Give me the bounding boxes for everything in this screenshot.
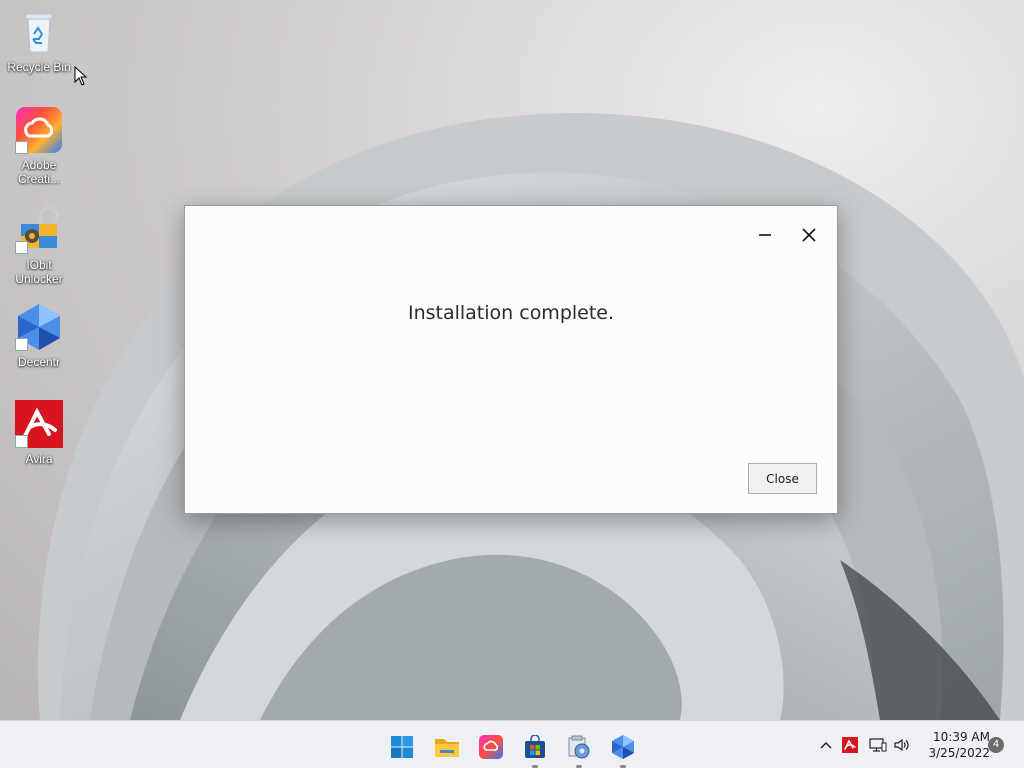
shortcut-arrow-icon bbox=[15, 435, 28, 448]
recycle-bin-icon bbox=[15, 8, 63, 56]
desktop-icon-label: IObit Unlocker bbox=[15, 258, 63, 286]
clock-date: 3/25/2022 bbox=[928, 746, 990, 760]
decentr-icon bbox=[612, 735, 634, 759]
tray-volume[interactable] bbox=[892, 733, 912, 757]
tray-network[interactable] bbox=[868, 733, 888, 757]
taskbar-file-explorer[interactable] bbox=[429, 729, 465, 765]
tray-avira[interactable] bbox=[840, 733, 860, 757]
taskbar: 10:39 AM 3/25/2022 4 bbox=[0, 720, 1024, 768]
folder-icon bbox=[435, 739, 459, 757]
avira-icon bbox=[15, 400, 63, 448]
installer-icon bbox=[568, 735, 590, 759]
installer-dialog: Installation complete. Close bbox=[184, 205, 838, 514]
desktop: Recycle Bin Adobe Creati... IObit Unlock… bbox=[0, 0, 1024, 720]
close-button[interactable]: Close bbox=[748, 463, 817, 494]
clock-time: 10:39 AM bbox=[933, 730, 990, 744]
desktop-icon-label: Avira bbox=[25, 452, 53, 466]
desktop-icon-label: Decentr bbox=[17, 355, 61, 369]
desktop-icon-label: Adobe Creati... bbox=[17, 158, 60, 186]
dialog-message: Installation complete. bbox=[407, 302, 615, 324]
adobe-creative-cloud-icon bbox=[479, 735, 503, 759]
volume-icon bbox=[894, 738, 909, 752]
start-button[interactable] bbox=[384, 729, 420, 765]
desktop-icon-recycle-bin[interactable]: Recycle Bin bbox=[3, 8, 75, 74]
taskbar-adobe-creative-cloud[interactable] bbox=[473, 729, 509, 765]
tray-overflow-button[interactable] bbox=[816, 733, 836, 757]
shortcut-arrow-icon bbox=[15, 141, 28, 154]
avira-icon bbox=[842, 737, 858, 753]
close-icon bbox=[802, 228, 816, 242]
store-icon bbox=[525, 735, 545, 758]
desktop-icon-decentr[interactable]: Decentr bbox=[3, 303, 75, 369]
decentr-icon bbox=[15, 303, 63, 351]
notification-badge[interactable]: 4 bbox=[988, 737, 1004, 753]
taskbar-decentr[interactable] bbox=[605, 729, 641, 768]
desktop-icon-label: Recycle Bin bbox=[7, 60, 71, 74]
iobit-unlocker-icon bbox=[15, 206, 63, 254]
minimize-button[interactable] bbox=[750, 220, 780, 250]
close-window-button[interactable] bbox=[794, 220, 824, 250]
adobe-creative-cloud-icon bbox=[15, 106, 63, 154]
shortcut-arrow-icon bbox=[15, 338, 28, 351]
windows-start-icon bbox=[391, 736, 413, 758]
shortcut-arrow-icon bbox=[15, 241, 28, 254]
desktop-icon-avira[interactable]: Avira bbox=[3, 400, 75, 466]
desktop-icon-adobe-creative-cloud[interactable]: Adobe Creati... bbox=[3, 106, 75, 186]
network-icon bbox=[869, 738, 887, 752]
taskbar-installer[interactable] bbox=[561, 729, 597, 768]
desktop-icon-iobit-unlocker[interactable]: IObit Unlocker bbox=[3, 206, 75, 286]
minimize-icon bbox=[759, 234, 771, 236]
chevron-up-icon bbox=[820, 741, 832, 749]
clock[interactable]: 10:39 AM 3/25/2022 bbox=[918, 729, 990, 761]
mouse-cursor-icon bbox=[74, 66, 88, 86]
taskbar-microsoft-store[interactable] bbox=[517, 729, 553, 768]
